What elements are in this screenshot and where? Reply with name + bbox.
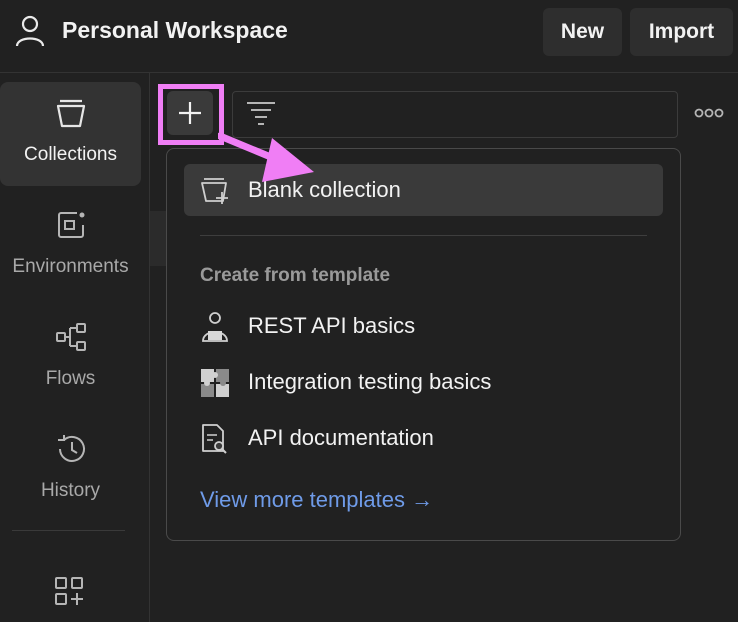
menu-item-label: Integration testing basics <box>248 369 492 394</box>
menu-item-api-documentation[interactable]: API documentation <box>184 417 663 463</box>
menu-divider <box>200 235 647 236</box>
sidebar-item-environments[interactable]: Environments <box>0 194 141 298</box>
sidebar-divider <box>12 530 125 531</box>
menu-item-integration-testing[interactable]: Integration testing basics <box>184 361 663 407</box>
environments-icon <box>57 212 84 238</box>
collections-icon <box>56 99 85 128</box>
highlight-annotation <box>158 84 224 145</box>
workspace-title[interactable]: Personal Workspace <box>62 17 288 44</box>
puzzle-icon <box>201 369 229 397</box>
menu-item-rest-api-basics[interactable]: REST API basics <box>184 305 663 351</box>
section-heading: Create from template <box>200 265 391 286</box>
rest-api-icon <box>202 312 228 342</box>
import-button[interactable]: Import <box>630 8 733 56</box>
sidebar-item-collections[interactable]: Collections <box>0 82 141 186</box>
sidebar-item-flows[interactable]: Flows <box>0 306 141 410</box>
add-apps-icon[interactable] <box>54 576 86 608</box>
history-icon <box>57 435 85 462</box>
new-collection-menu: Blank collection Create from template RE… <box>166 148 681 541</box>
sidebar-item-label: History <box>40 480 101 501</box>
document-search-icon <box>202 424 227 454</box>
flows-icon <box>55 323 86 351</box>
sidebar-item-label: Collections <box>24 144 117 165</box>
sidebar-item-label: Flows <box>45 368 96 389</box>
user-icon <box>15 15 45 47</box>
view-more-templates-link[interactable]: View more templates → <box>200 487 433 513</box>
sidebar-item-label: Environments <box>12 256 129 277</box>
menu-item-label: REST API basics <box>248 313 416 338</box>
menu-item-label: API documentation <box>248 425 434 450</box>
arrow-annotation <box>218 132 314 182</box>
sidebar-item-history[interactable]: History <box>0 418 141 522</box>
new-button[interactable]: New <box>543 8 622 56</box>
more-horizontal-icon[interactable] <box>694 106 724 120</box>
